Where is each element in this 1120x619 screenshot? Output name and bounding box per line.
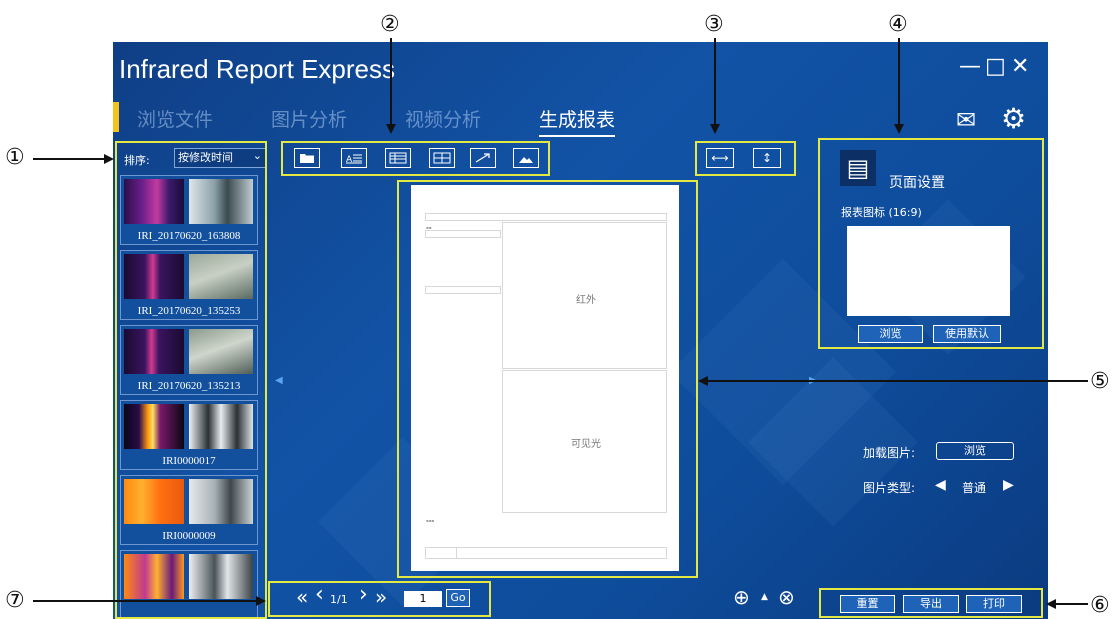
callout-5-leader <box>708 380 1088 382</box>
mail-icon[interactable]: ✉ <box>956 106 976 134</box>
callout-1: ① <box>5 145 25 170</box>
callout-4-arrowhead <box>894 124 904 134</box>
callout-3-leader <box>714 38 716 128</box>
callout-7-arrowhead <box>256 596 266 606</box>
load-image-browse-button[interactable]: 浏览 <box>936 442 1014 460</box>
app-title: Infrared Report Express <box>119 54 396 84</box>
highlight-preview <box>397 180 698 578</box>
callout-3-arrowhead <box>710 124 720 134</box>
tab-generate-report[interactable]: 生成报表 <box>539 105 616 137</box>
highlight-sidebar <box>115 141 267 619</box>
highlight-toolbar <box>281 141 550 176</box>
minimize-button[interactable]: — <box>959 56 981 78</box>
callout-6: ⑥ <box>1090 593 1110 618</box>
tab-image-analysis[interactable]: 图片分析 <box>271 105 347 132</box>
tab-accent-bar <box>113 102 119 132</box>
tab-video-analysis[interactable]: 视频分析 <box>405 105 481 132</box>
up-arrow-icon[interactable]: ▲ <box>761 592 768 602</box>
callout-1-leader <box>33 158 109 160</box>
callout-6-leader <box>1056 603 1088 605</box>
load-image-label: 加载图片: <box>863 446 916 460</box>
previous-type-arrow-icon[interactable]: ◀ <box>935 477 946 493</box>
callout-2-arrowhead <box>386 124 396 134</box>
maximize-button[interactable]: □ <box>985 56 1006 78</box>
close-button[interactable]: ✕ <box>1011 56 1029 78</box>
next-type-arrow-icon[interactable]: ▶ <box>1003 477 1014 493</box>
callout-1-arrowhead <box>104 154 114 164</box>
highlight-fit-buttons <box>695 141 796 176</box>
callout-2: ② <box>380 12 400 37</box>
callout-7-leader <box>33 600 259 602</box>
image-type-value: 普通 <box>962 481 987 495</box>
reset-zoom-icon[interactable]: ⊗ <box>778 587 795 607</box>
gear-icon[interactable]: ⚙ <box>1001 102 1026 135</box>
callout-4-leader <box>898 38 900 128</box>
highlight-actions <box>819 588 1043 618</box>
tab-browse-files[interactable]: 浏览文件 <box>137 105 213 132</box>
callout-5-arrowhead <box>698 376 708 386</box>
highlight-pager <box>268 581 491 617</box>
collapse-left-arrow-icon[interactable]: ◀ <box>275 375 283 386</box>
callout-3: ③ <box>704 12 724 37</box>
callout-6-arrowhead <box>1046 599 1056 609</box>
callout-2-leader <box>390 38 392 128</box>
zoom-in-icon[interactable]: ⊕ <box>733 587 750 607</box>
callout-5: ⑤ <box>1090 369 1110 394</box>
image-type-label: 图片类型: <box>863 481 916 495</box>
callout-7: ⑦ <box>5 588 25 613</box>
highlight-page-settings <box>818 138 1044 349</box>
callout-4: ④ <box>888 12 908 37</box>
